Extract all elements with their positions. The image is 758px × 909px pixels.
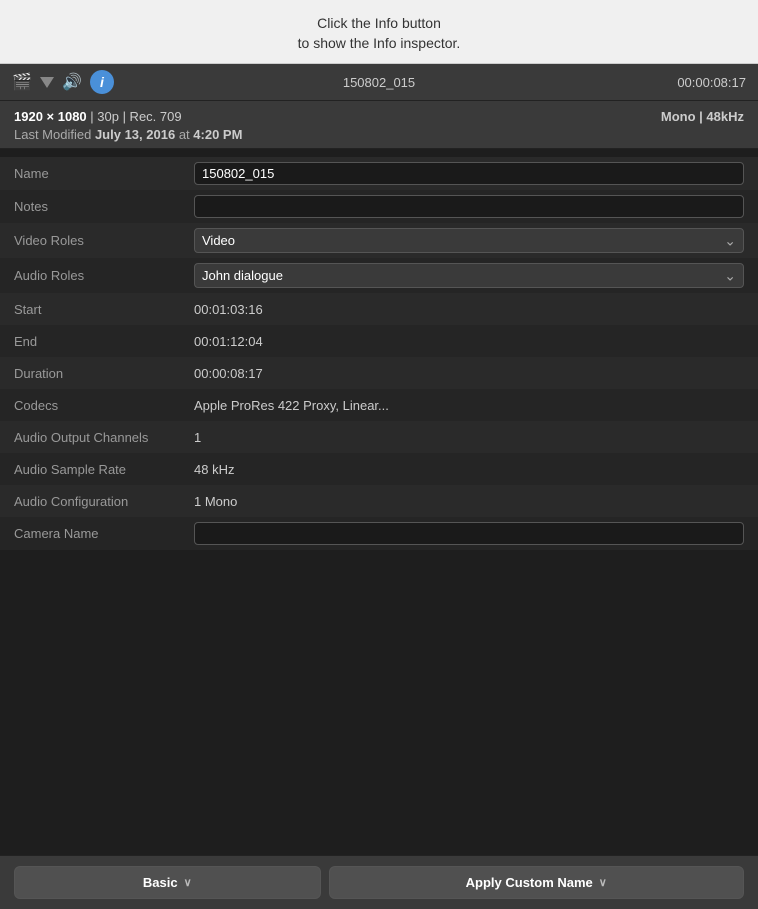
end-label: End [14, 334, 194, 349]
audio-config-label: Audio Configuration [14, 494, 194, 509]
start-value: 00:01:03:16 [194, 302, 744, 317]
name-label: Name [14, 166, 194, 181]
start-label: Start [14, 302, 194, 317]
meta-line2: Last Modified July 13, 2016 at 4:20 PM [14, 127, 744, 142]
codecs-label: Codecs [14, 398, 194, 413]
duration-row: Duration 00:00:08:17 [0, 357, 758, 389]
basic-label: Basic [143, 875, 178, 890]
notes-label: Notes [14, 199, 194, 214]
audio-channels-row: Audio Output Channels 1 [0, 421, 758, 453]
duration-value: 00:00:08:17 [194, 366, 744, 381]
audio-roles-select[interactable]: John dialogue Dialogue Music Effects [194, 263, 744, 288]
name-input[interactable] [194, 162, 744, 185]
apply-label: Apply Custom Name [466, 875, 593, 890]
meta-line1: 1920 × 1080 | 30p | Rec. 709 Mono | 48kH… [14, 109, 744, 124]
toolbar-icons: 🎬 🔊 i [12, 70, 114, 94]
notes-input[interactable] [194, 195, 744, 218]
main-content: Name Notes Video Roles Video Titles B-Ro… [0, 149, 758, 909]
video-roles-label: Video Roles [14, 233, 194, 248]
toolbar-title: 150802_015 [343, 75, 415, 90]
audio-roles-row: Audio Roles John dialogue Dialogue Music… [0, 258, 758, 293]
audio-roles-label: Audio Roles [14, 268, 194, 283]
audio-spec-value: Mono | 48kHz [661, 109, 744, 124]
audio-roles-select-wrapper: John dialogue Dialogue Music Effects [194, 263, 744, 288]
video-roles-value-container: Video Titles B-Roll [194, 228, 744, 253]
modified-label: Last Modified [14, 127, 91, 142]
notes-row: Notes [0, 190, 758, 223]
video-roles-select[interactable]: Video Titles B-Roll [194, 228, 744, 253]
audio-rate-row: Audio Sample Rate 48 kHz [0, 453, 758, 485]
camera-name-row: Camera Name [0, 517, 758, 550]
spec-value: | 30p | Rec. 709 [90, 109, 181, 124]
filter-icon[interactable] [40, 77, 54, 88]
film-icon[interactable]: 🎬 [12, 74, 32, 90]
duration-label: Duration [14, 366, 194, 381]
toolbar-time: 00:00:08:17 [677, 75, 746, 90]
audio-rate-value: 48 kHz [194, 462, 744, 477]
notes-value-container [194, 195, 744, 218]
tooltip-line1: Click the Info button [317, 15, 441, 31]
end-value: 00:01:12:04 [194, 334, 744, 349]
video-roles-row: Video Roles Video Titles B-Roll [0, 223, 758, 258]
end-row: End 00:01:12:04 [0, 325, 758, 357]
start-row: Start 00:01:03:16 [0, 293, 758, 325]
audio-config-row: Audio Configuration 1 Mono [0, 485, 758, 517]
name-row: Name [0, 157, 758, 190]
apply-chevron-icon: ∨ [599, 876, 607, 889]
camera-name-label: Camera Name [14, 526, 194, 541]
basic-button[interactable]: Basic ∨ [14, 866, 321, 899]
meta-bar: 1920 × 1080 | 30p | Rec. 709 Mono | 48kH… [0, 101, 758, 149]
basic-chevron-icon: ∨ [184, 876, 192, 889]
codecs-row: Codecs Apple ProRes 422 Proxy, Linear... [0, 389, 758, 421]
audio-roles-value-container: John dialogue Dialogue Music Effects [194, 263, 744, 288]
audio-channels-value: 1 [194, 430, 744, 445]
name-value-container [194, 162, 744, 185]
camera-name-value-container [194, 522, 744, 545]
info-button[interactable]: i [90, 70, 114, 94]
modified-time: 4:20 PM [193, 127, 242, 142]
footer: Basic ∨ Apply Custom Name ∨ [0, 855, 758, 909]
speaker-icon[interactable]: 🔊 [62, 72, 82, 92]
modified-date: July 13, 2016 [95, 127, 175, 142]
modified-at: at [179, 127, 190, 142]
codecs-value: Apple ProRes 422 Proxy, Linear... [194, 398, 744, 413]
tooltip-box: Click the Info button to show the Info i… [0, 0, 758, 64]
video-roles-select-wrapper: Video Titles B-Roll [194, 228, 744, 253]
tooltip-line2: to show the Info inspector. [298, 35, 461, 51]
audio-channels-label: Audio Output Channels [14, 430, 194, 445]
audio-config-value: 1 Mono [194, 494, 744, 509]
toolbar: 🎬 🔊 i 150802_015 00:00:08:17 [0, 64, 758, 101]
apply-custom-name-button[interactable]: Apply Custom Name ∨ [329, 866, 745, 899]
audio-rate-label: Audio Sample Rate [14, 462, 194, 477]
resolution-value: 1920 × 1080 [14, 109, 87, 124]
camera-name-input[interactable] [194, 522, 744, 545]
info-table: Name Notes Video Roles Video Titles B-Ro… [0, 149, 758, 855]
